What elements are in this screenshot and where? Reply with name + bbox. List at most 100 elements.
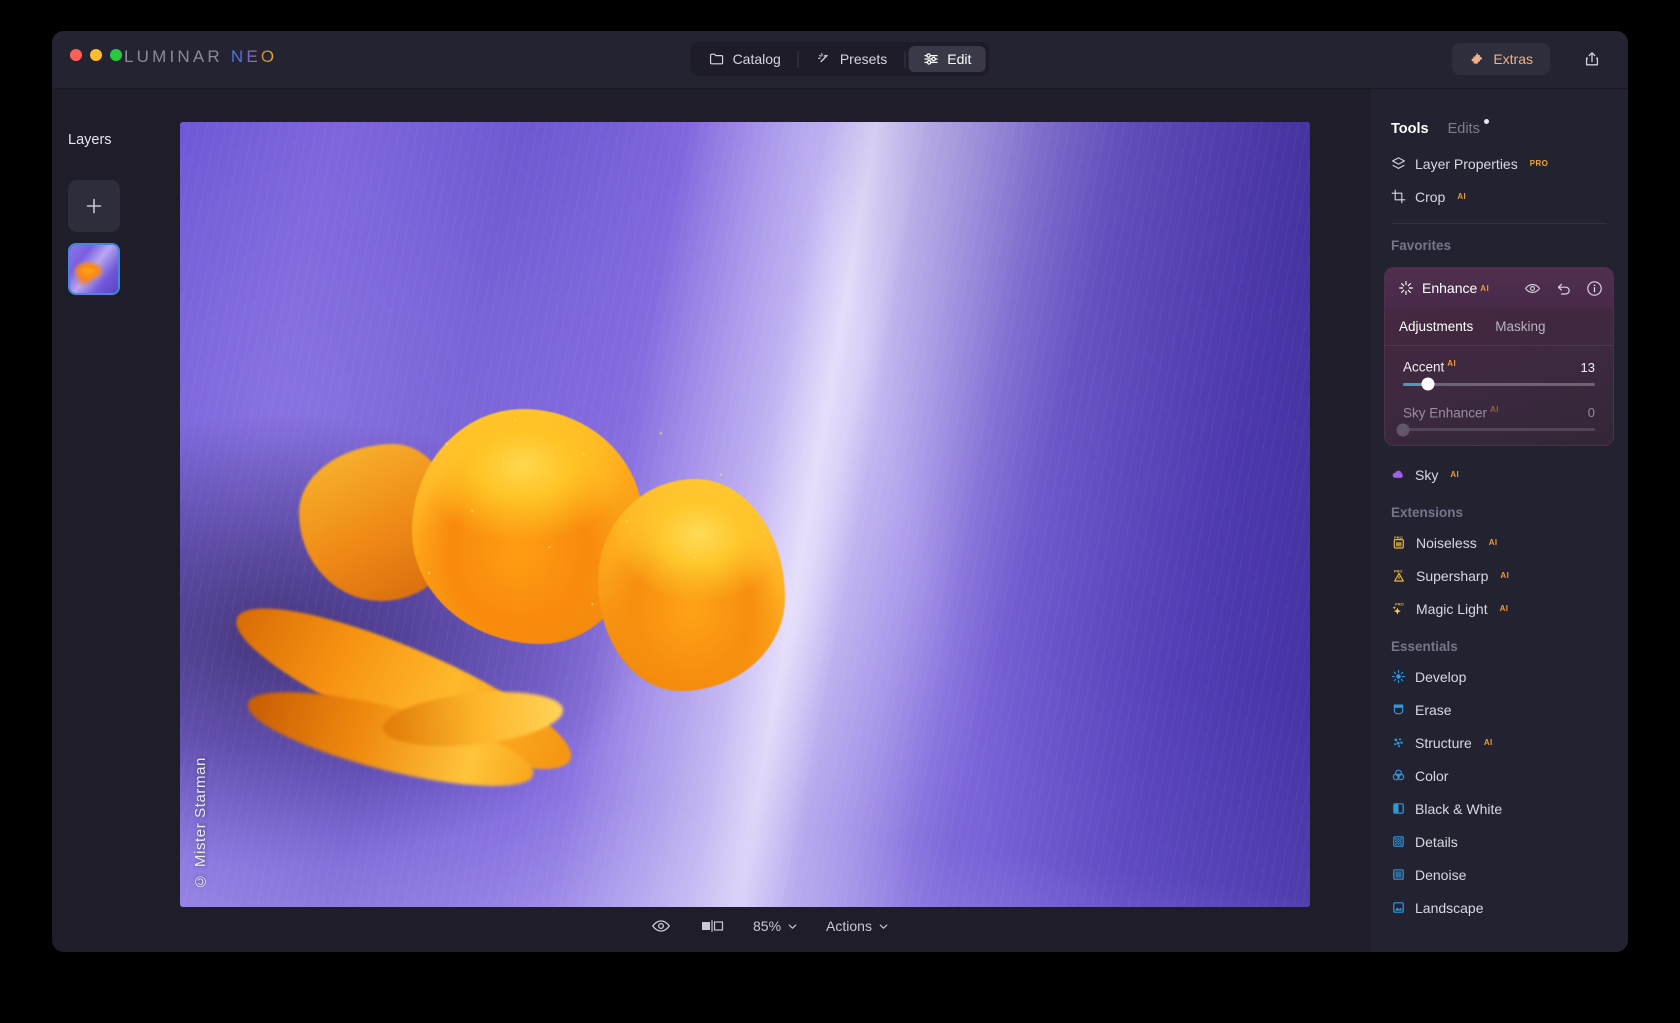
undo-icon [1555,280,1572,297]
maximize-window-button[interactable] [110,49,122,61]
actions-dropdown[interactable]: Actions [826,918,889,934]
tool-landscape-label: Landscape [1415,900,1484,916]
nav-divider [798,51,799,68]
subtab-adjustments[interactable]: Adjustments [1399,319,1473,334]
slider-sky-enhancer-track[interactable] [1403,428,1595,431]
wand-icon [816,51,832,67]
tool-sky[interactable]: Sky AI [1370,458,1628,491]
svg-text:PRO: PRO [1395,601,1404,606]
tool-denoise[interactable]: Denoise [1370,858,1628,891]
tool-denoise-label: Denoise [1415,867,1466,883]
photo-preview[interactable]: © Mister Starman [180,122,1310,907]
layer-thumbnail[interactable] [68,243,120,295]
zoom-level-dropdown[interactable]: 85% [753,918,798,934]
preview-toggle-button[interactable] [651,916,671,936]
chevron-down-icon [787,921,798,932]
tool-noiseless[interactable]: PRO Noiseless AI [1370,526,1628,559]
top-navigation: Catalog Presets Edit [691,42,990,76]
ai-badge: AI [1489,538,1498,547]
layers-panel-title: Layers [68,132,170,148]
slider-sky-enhancer-knob[interactable] [1397,423,1410,436]
landscape-icon [1391,900,1406,915]
crop-icon [1391,189,1406,204]
nav-tab-edit-label: Edit [947,51,971,67]
tools-panel-tabs: Tools Edits [1370,89,1628,137]
chevron-down-icon [878,921,889,932]
tool-details-label: Details [1415,834,1458,850]
enhance-reset-button[interactable] [1555,280,1572,297]
tool-noiseless-label: Noiseless [1416,535,1477,551]
folder-icon [709,51,725,67]
puzzle-piece-icon [1469,51,1485,67]
enhance-visibility-button[interactable] [1524,280,1541,297]
extras-button[interactable]: Extras [1452,43,1550,75]
pro-badge: PRO [1530,159,1549,168]
tool-develop[interactable]: Develop [1370,660,1628,693]
slider-sky-enhancer-value: 0 [1588,405,1595,420]
ai-badge: AI [1500,604,1509,613]
tool-black-and-white[interactable]: Black & White [1370,792,1628,825]
svg-text:PRO: PRO [1394,535,1403,540]
ai-badge: AI [1500,571,1509,580]
supersharp-icon: PRO [1391,568,1407,584]
slider-sky-enhancer-label: Sky Enhancer [1403,405,1487,420]
tool-enhance-title: Enhance [1422,280,1477,296]
photo-pollen-grains [395,397,824,656]
slider-sky-enhancer: Sky EnhancerAI 0 [1385,392,1613,438]
slider-accent-knob[interactable] [1421,378,1434,391]
tool-erase[interactable]: Erase [1370,693,1628,726]
tool-magic-light-label: Magic Light [1416,601,1488,617]
enhance-info-button[interactable] [1586,280,1603,297]
tool-supersharp[interactable]: PRO Supersharp AI [1370,559,1628,592]
tool-supersharp-label: Supersharp [1416,568,1488,584]
subtab-masking-label: Masking [1495,319,1545,334]
tool-structure[interactable]: Structure AI [1370,726,1628,759]
subtab-masking[interactable]: Masking [1495,319,1545,334]
before-after-button[interactable] [699,918,725,934]
ai-badge: AI [1490,405,1499,414]
brand-name-accent: NEO [231,47,277,66]
section-header-extensions: Extensions [1370,491,1628,526]
tool-landscape[interactable]: Landscape [1370,891,1628,924]
tab-edits[interactable]: Edits [1448,121,1480,137]
tool-enhance-header[interactable]: Enhance AI [1385,268,1613,308]
actions-dropdown-label: Actions [826,918,872,934]
tool-magic-light[interactable]: PRO Magic Light AI [1370,592,1628,625]
plus-icon [83,195,105,217]
share-icon [1583,50,1601,68]
window-controls [70,49,122,61]
nav-tab-presets[interactable]: Presets [802,46,901,72]
nav-tab-catalog[interactable]: Catalog [695,46,795,72]
tab-tools-label: Tools [1391,121,1429,137]
close-window-button[interactable] [70,49,82,61]
details-grid-icon [1391,834,1406,849]
noiseless-icon: PRO [1391,535,1407,551]
tool-enhance-subtabs: Adjustments Masking [1385,308,1613,346]
tools-panel: Tools Edits Layer Properties PRO Crop AI [1370,89,1628,952]
sparkle-burst-icon [1398,280,1414,296]
ai-badge: AI [1480,284,1489,293]
minimize-window-button[interactable] [90,49,102,61]
ai-badge: AI [1450,470,1459,479]
tool-crop[interactable]: Crop AI [1370,180,1628,213]
tool-sky-label: Sky [1415,467,1438,483]
zoom-level-value: 85% [753,918,781,934]
canvas-area: © Mister Starman 85% [170,89,1370,952]
slider-accent-track[interactable] [1403,383,1595,386]
tool-color[interactable]: Color [1370,759,1628,792]
tool-develop-label: Develop [1415,669,1466,685]
slider-accent-value: 13 [1581,360,1595,375]
nav-tab-edit[interactable]: Edit [908,46,985,72]
tool-details[interactable]: Details [1370,825,1628,858]
tab-tools[interactable]: Tools [1391,121,1429,137]
layers-stack-icon [1391,156,1406,171]
tab-edits-label: Edits [1448,121,1480,137]
tool-structure-label: Structure [1415,735,1472,751]
sliders-icon [922,51,939,67]
tool-layer-properties[interactable]: Layer Properties PRO [1370,147,1628,180]
ai-badge: AI [1457,192,1466,201]
eraser-icon [1391,702,1406,717]
add-layer-button[interactable] [68,180,120,232]
share-button[interactable] [1578,45,1606,73]
luminar-neo-window: LUMINAR NEO Catalog Presets [52,31,1628,952]
